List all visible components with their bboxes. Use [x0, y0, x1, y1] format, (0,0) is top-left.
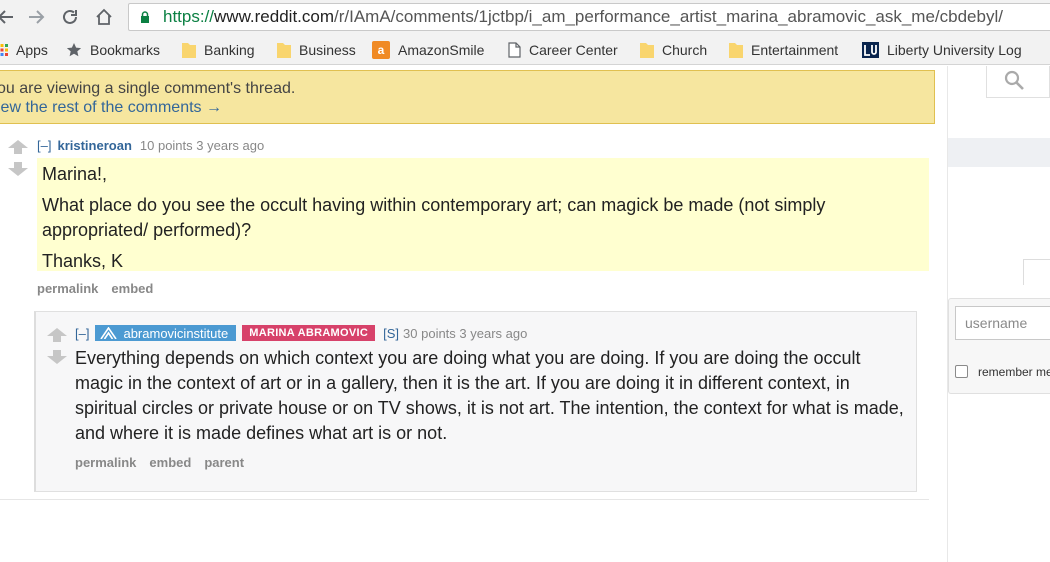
upvote-arrow-icon[interactable] [8, 140, 28, 154]
bookmarks-bar: Apps Bookmarks Banking Business a Amazon… [0, 35, 1050, 65]
address-bar[interactable]: https://www.reddit.com/r/IAmA/comments/1… [128, 3, 1050, 31]
lock-icon [141, 11, 149, 23]
remember-me-checkbox[interactable] [955, 365, 968, 378]
bookmark-career-center[interactable]: Career Center [508, 41, 618, 59]
collapse-toggle[interactable]: [–] [75, 326, 89, 341]
thread-divider [0, 499, 929, 500]
embed-link[interactable]: embed [111, 281, 153, 296]
user-flair: MARINA ABRAMOVIC [242, 325, 376, 341]
remember-me-label: remember me [978, 365, 1050, 379]
url-scheme: https:// [163, 7, 215, 26]
comment-meta: 10 points 3 years ago [139, 138, 265, 153]
reply-comment: [–] abramovicinstitute MARINA ABRAMOVIC … [34, 311, 917, 492]
bookmark-label: Church [662, 42, 708, 58]
home-icon[interactable] [92, 5, 116, 29]
downvote-arrow-icon[interactable] [8, 162, 28, 176]
forward-arrow-icon[interactable] [24, 5, 48, 29]
bookmark-entertainment[interactable]: Entertainment [729, 41, 838, 59]
folder-icon [640, 43, 654, 58]
bookmark-label: AmazonSmile [398, 42, 485, 58]
bookmark-amazonsmile[interactable]: a AmazonSmile [372, 41, 484, 59]
search-icon [1004, 70, 1024, 90]
sidebar-box [1023, 259, 1050, 285]
comment-paragraph: What place do you see the occult having … [42, 195, 826, 240]
bookmark-label: Apps [16, 42, 48, 58]
collapse-toggle[interactable]: [–] [37, 138, 51, 153]
url-path: /r/IAmA/comments/1jctbp/i_am_performance… [334, 7, 1003, 26]
bookmark-liberty-university[interactable]: Liberty University Log [862, 41, 1022, 59]
amazon-icon: a [372, 41, 390, 59]
downvote-arrow-icon[interactable] [47, 350, 67, 364]
url-text: https://www.reddit.com/r/IAmA/comments/1… [163, 7, 1003, 27]
embed-link[interactable]: embed [149, 455, 191, 470]
permalink-link[interactable]: permalink [37, 281, 98, 296]
star-icon [66, 43, 82, 57]
folder-icon [729, 43, 743, 58]
upvote-arrow-icon[interactable] [47, 328, 67, 342]
bookmark-label: Career Center [529, 42, 618, 58]
svg-text:a: a [378, 43, 385, 57]
page-icon [508, 42, 521, 58]
comment-author[interactable]: kristineroan [57, 138, 131, 153]
institute-logo-icon [100, 327, 118, 339]
comment-actions: permalink embed [37, 281, 166, 296]
username-input[interactable] [955, 306, 1050, 340]
folder-icon [182, 43, 196, 58]
banner-message: ou are viewing a single comment's thread… [0, 80, 296, 97]
url-host: www.reddit.com [214, 7, 335, 26]
comment-paragraph: Thanks, K [42, 251, 124, 271]
reply-tagline: [–] abramovicinstitute MARINA ABRAMOVIC … [75, 325, 527, 341]
bookmark-business[interactable]: Business [277, 41, 356, 59]
reply-meta: 30 points 3 years ago [403, 325, 528, 341]
login-panel: remember me [948, 298, 1050, 394]
back-arrow-icon[interactable] [0, 5, 18, 29]
apps-grid-icon [0, 44, 8, 56]
comment-paragraph: Marina!, [42, 164, 108, 184]
comment-body: Marina!, What place do you see the occul… [37, 158, 929, 271]
reply-author: abramovicinstitute [123, 325, 229, 341]
liberty-logo-icon [862, 42, 879, 58]
bookmark-banking[interactable]: Banking [182, 41, 255, 59]
bookmark-label: Business [299, 42, 356, 58]
bookmark-label: Entertainment [751, 42, 839, 58]
bookmark-apps[interactable]: Apps [0, 41, 48, 59]
author-badge[interactable]: abramovicinstitute [95, 325, 237, 341]
search-button[interactable] [986, 66, 1050, 98]
bookmark-label: Banking [204, 42, 255, 58]
bookmark-bookmarks[interactable]: Bookmarks [66, 41, 160, 59]
bookmark-label: Bookmarks [90, 42, 161, 58]
reply-body: Everything depends on which context you … [75, 348, 904, 443]
sidebar-band [948, 138, 1050, 167]
comment-tagline: [–] kristineroan 10 points 3 years ago [37, 138, 264, 153]
parent-link[interactable]: parent [204, 455, 244, 470]
reload-icon[interactable] [58, 5, 82, 29]
folder-icon [277, 43, 291, 58]
bookmark-church[interactable]: Church [640, 41, 707, 59]
single-thread-banner: ou are viewing a single comment's thread… [0, 70, 935, 124]
view-all-comments-link[interactable]: iew the rest of the comments → [0, 99, 222, 117]
permalink-link[interactable]: permalink [75, 455, 136, 470]
bookmark-label: Liberty University Log [887, 42, 1022, 58]
browser-toolbar: https://www.reddit.com/r/IAmA/comments/1… [0, 0, 1050, 35]
reply-actions: permalink embed parent [75, 455, 257, 470]
submitter-tag: [S] [383, 325, 400, 341]
